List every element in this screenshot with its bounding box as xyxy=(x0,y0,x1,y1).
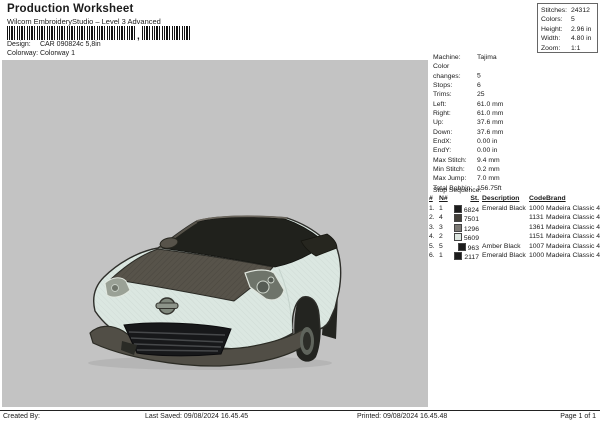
footer-created-by: Created By: xyxy=(3,413,40,420)
info-row: Trims:25 xyxy=(433,90,503,99)
thread-color-swatch xyxy=(454,214,462,222)
stat-width: Width:4.80 in xyxy=(541,34,597,44)
thread-color-swatch xyxy=(454,233,462,241)
design-row: Design: CAR 090824c 5,8in xyxy=(7,41,101,48)
stitch-preview-canvas xyxy=(2,60,428,407)
thread-color-swatch xyxy=(454,224,462,232)
footer-printed: Printed: 09/08/2024 16.45.48 xyxy=(357,413,447,420)
software-subtitle: Wilcom EmbroideryStudio – Level 3 Advanc… xyxy=(7,17,161,26)
info-row: Machine:Tajima xyxy=(433,53,503,62)
info-row: EndY:0.00 in xyxy=(433,146,503,155)
footer-page-number: Page 1 of 1 xyxy=(560,413,596,420)
barcode-block-1 xyxy=(7,26,135,40)
barcode-block-2 xyxy=(142,26,192,40)
info-row: EndX:0.00 in xyxy=(433,137,503,146)
stop-sequence-header-row: #N#St.DescriptionCodeBrand xyxy=(428,195,600,202)
production-worksheet-page: Production Worksheet Wilcom EmbroiderySt… xyxy=(0,0,600,424)
barcode-separator: , xyxy=(137,34,140,40)
colorway-row: Colorway: Colorway 1 xyxy=(7,50,75,57)
info-row: Down:37.6 mm xyxy=(433,128,503,137)
thread-color-swatch xyxy=(458,243,466,251)
design-barcode-icon: , xyxy=(7,26,192,40)
info-row: Right:61.0 mm xyxy=(433,109,503,118)
stop-sequence-title: Stop Sequence: xyxy=(433,187,481,194)
table-row: 3.312961361Madeira Classic 40 xyxy=(428,224,600,233)
info-row: Up:37.6 mm xyxy=(433,118,503,127)
thread-color-swatch xyxy=(454,252,462,260)
table-row: 6.12117Emerald Black1000Madeira Classic … xyxy=(428,252,600,261)
machine-info-panel: Machine:Tajima Color changes:5 Stops:6 T… xyxy=(433,53,503,193)
stat-zoom: Zoom:1:1 xyxy=(541,44,597,54)
table-row: 4.256091151Madeira Classic 40 xyxy=(428,233,600,242)
table-row: 2.475011131Madeira Classic 40 xyxy=(428,214,600,223)
info-row: Stops:6 xyxy=(433,81,503,90)
info-row: Left:61.0 mm xyxy=(433,100,503,109)
design-label: Design: xyxy=(7,41,38,48)
colorway-label: Colorway: xyxy=(7,50,38,57)
table-row: 5.5963Amber Black1007Madeira Classic 40 xyxy=(428,243,600,252)
footer-last-saved: Last Saved: 09/08/2024 16.45.45 xyxy=(145,413,248,420)
footer-divider xyxy=(0,410,600,411)
stat-height: Height:2.96 in xyxy=(541,25,597,35)
design-stats-box: Stitches:24312 Colors:5 Height:2.96 in W… xyxy=(537,3,598,53)
car-embroidery-image xyxy=(85,211,347,373)
info-row: Max Jump:7.0 mm xyxy=(433,174,503,183)
info-row: Max Stitch:9.4 mm xyxy=(433,156,503,165)
design-value: CAR 090824c 5,8in xyxy=(40,41,101,48)
info-row: Color changes:5 xyxy=(433,62,503,81)
page-title: Production Worksheet xyxy=(7,3,133,15)
info-row: Min Stitch:0.2 mm xyxy=(433,165,503,174)
table-row: 1.16824Emerald Black1000Madeira Classic … xyxy=(428,205,600,214)
stat-colors: Colors:5 xyxy=(541,15,597,25)
thread-color-swatch xyxy=(454,205,462,213)
colorway-value: Colorway 1 xyxy=(40,50,75,57)
stat-stitches: Stitches:24312 xyxy=(541,6,597,16)
